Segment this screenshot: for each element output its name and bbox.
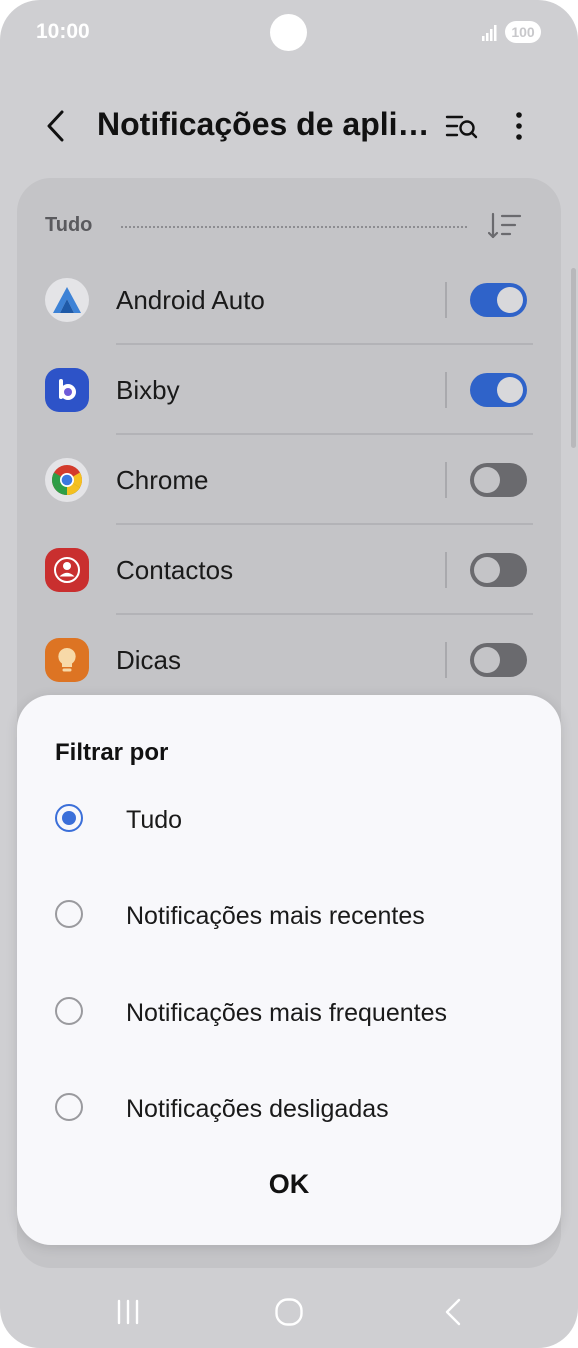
filter-option-recent[interactable]: Notificações mais recentes xyxy=(17,881,561,951)
app-row-dicas[interactable]: Dicas xyxy=(17,615,561,705)
signal-icon xyxy=(482,25,497,41)
dotted-divider xyxy=(121,226,467,228)
notification-toggle[interactable] xyxy=(470,553,527,587)
camera-cutout xyxy=(270,14,307,51)
row-separator xyxy=(445,462,447,498)
radio-button[interactable] xyxy=(55,1093,83,1121)
nav-back-icon xyxy=(445,1298,461,1326)
app-row-android-auto[interactable]: Android Auto xyxy=(17,255,561,345)
sort-button[interactable] xyxy=(485,208,525,244)
app-name: Contactos xyxy=(116,555,234,585)
page-title: Notificações de aplicações xyxy=(97,106,431,142)
sort-icon xyxy=(488,212,522,239)
battery-badge: 100 xyxy=(505,21,541,43)
search-filter-button[interactable] xyxy=(440,104,484,148)
app-name: Dicas xyxy=(116,645,182,675)
filter-label[interactable]: Tudo xyxy=(45,214,92,237)
radio-label: Notificações desligadas xyxy=(126,1095,389,1123)
radio-button[interactable] xyxy=(55,900,83,928)
notification-toggle[interactable] xyxy=(470,643,527,677)
more-options-icon xyxy=(516,112,522,140)
home-icon xyxy=(275,1298,303,1326)
app-bar: Notificações de aplicações xyxy=(0,90,578,162)
dialog-title: Filtrar por xyxy=(55,739,169,766)
row-separator xyxy=(445,552,447,588)
radio-button[interactable] xyxy=(55,804,83,832)
phone-screen: 10:00 100 Notificações de aplicações xyxy=(0,0,578,1348)
row-separator xyxy=(445,282,447,318)
app-name: Chrome xyxy=(116,465,209,495)
row-separator xyxy=(445,372,447,408)
contacts-icon xyxy=(45,548,89,592)
status-bar: 10:00 100 xyxy=(0,0,578,66)
radio-label: Notificações mais frequentes xyxy=(126,999,447,1027)
radio-label: Notificações mais recentes xyxy=(126,902,425,930)
chrome-icon xyxy=(45,458,89,502)
filter-option-all[interactable]: Tudo xyxy=(17,785,561,855)
radio-label: Tudo xyxy=(126,806,183,834)
filter-row: Tudo xyxy=(45,208,535,244)
filter-dialog: Filtrar por Tudo Notificações mais recen… xyxy=(17,695,561,1245)
radio-button[interactable] xyxy=(55,997,83,1025)
nav-back-button[interactable] xyxy=(423,1290,483,1334)
android-auto-icon xyxy=(45,278,89,322)
filter-option-off[interactable]: Notificações desligadas xyxy=(17,1074,561,1144)
bixby-icon xyxy=(45,368,89,412)
app-row-contactos[interactable]: Contactos xyxy=(17,525,561,615)
search-filter-icon xyxy=(445,115,478,139)
back-button[interactable] xyxy=(34,104,78,148)
recents-icon xyxy=(117,1299,139,1325)
filter-option-frequent[interactable]: Notificações mais frequentes xyxy=(17,978,561,1048)
app-name: Android Auto xyxy=(116,285,265,315)
status-time: 10:00 xyxy=(36,20,90,43)
back-icon xyxy=(47,110,64,142)
notification-toggle[interactable] xyxy=(470,463,527,497)
notification-toggle[interactable] xyxy=(470,373,527,407)
home-button[interactable] xyxy=(259,1290,319,1334)
ok-button[interactable]: OK xyxy=(239,1162,339,1206)
notification-toggle[interactable] xyxy=(470,283,527,317)
app-row-chrome[interactable]: Chrome xyxy=(17,435,561,525)
recents-button[interactable] xyxy=(98,1290,158,1334)
more-options-button[interactable] xyxy=(497,104,541,148)
app-name: Bixby xyxy=(116,375,180,405)
tips-icon xyxy=(45,638,89,682)
row-separator xyxy=(445,642,447,678)
navigation-bar xyxy=(0,1278,578,1348)
scroll-indicator[interactable] xyxy=(571,268,576,448)
app-row-bixby[interactable]: Bixby xyxy=(17,345,561,435)
